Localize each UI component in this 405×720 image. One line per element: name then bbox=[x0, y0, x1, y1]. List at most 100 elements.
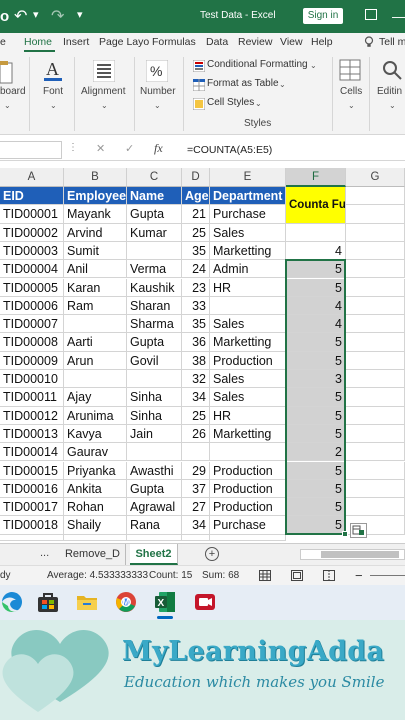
chrome-icon[interactable]: M bbox=[114, 590, 138, 614]
enter-icon[interactable]: ✓ bbox=[125, 142, 134, 155]
cell-dept[interactable]: Purchase bbox=[210, 516, 286, 535]
cell-dept[interactable]: Production bbox=[210, 461, 286, 480]
page-layout-view-icon[interactable] bbox=[291, 570, 303, 584]
cell-age[interactable]: 27 bbox=[182, 498, 210, 517]
conditional-formatting-icon[interactable] bbox=[192, 59, 206, 77]
cell-count[interactable]: 3 bbox=[286, 370, 346, 389]
cell-row-partial[interactable] bbox=[127, 534, 182, 541]
zoom-out-icon[interactable]: − bbox=[355, 568, 363, 583]
cell-dept[interactable]: Production bbox=[210, 351, 286, 370]
store-icon[interactable] bbox=[36, 590, 60, 614]
cell-dept[interactable]: Purchase bbox=[210, 205, 286, 224]
cell-name[interactable]: Rana bbox=[127, 516, 182, 535]
cell-dept[interactable]: Sales bbox=[210, 315, 286, 334]
cell-count[interactable]: 5 bbox=[286, 424, 346, 444]
tab-page-layout[interactable]: Page Layo bbox=[99, 36, 149, 48]
cell-name[interactable]: Sinha bbox=[127, 406, 182, 425]
cancel-icon[interactable]: ✕ bbox=[96, 142, 105, 155]
cell-g[interactable] bbox=[346, 479, 405, 499]
cell-name[interactable]: Awasthi bbox=[127, 461, 182, 480]
minimize-icon[interactable]: — bbox=[392, 8, 405, 24]
column-header-c[interactable]: C bbox=[127, 168, 182, 187]
clipboard-dropdown-icon[interactable]: ⌄ bbox=[4, 101, 11, 110]
cell-name[interactable]: Govil bbox=[127, 351, 182, 370]
tab-insert[interactable]: Insert bbox=[63, 36, 89, 48]
cell-name[interactable]: Agrawal bbox=[127, 498, 182, 517]
sum-readout[interactable]: Sum: 68 bbox=[202, 570, 239, 581]
cell-count[interactable]: 5 bbox=[286, 498, 346, 517]
cell-age[interactable]: 26 bbox=[182, 424, 210, 444]
fill-handle[interactable] bbox=[342, 530, 348, 537]
cell-name[interactable]: Jain bbox=[127, 424, 182, 444]
cell-employee[interactable]: Arvind bbox=[64, 223, 127, 242]
cell-eid[interactable]: TID00016 bbox=[0, 479, 64, 499]
cell-g[interactable] bbox=[346, 388, 405, 407]
insert-function-button[interactable]: fx bbox=[154, 141, 163, 156]
format-as-table-button[interactable]: Format as Table bbox=[207, 78, 279, 89]
cell-age[interactable]: 35 bbox=[182, 315, 210, 334]
cell-eid[interactable]: TID00013 bbox=[0, 424, 64, 444]
zoom-slider[interactable] bbox=[370, 575, 405, 576]
cell-employee[interactable]: Gaurav bbox=[64, 443, 127, 462]
cell-styles-icon[interactable] bbox=[192, 97, 206, 115]
cells-dropdown-icon[interactable]: ⌄ bbox=[348, 101, 355, 110]
cell-eid[interactable]: TID00011 bbox=[0, 388, 64, 407]
cell-g[interactable] bbox=[346, 424, 405, 444]
cell-age[interactable]: 32 bbox=[182, 370, 210, 389]
cell-eid[interactable]: TID00018 bbox=[0, 516, 64, 535]
cell-employee[interactable]: Aarti bbox=[64, 333, 127, 352]
cell-name[interactable]: Gupta bbox=[127, 205, 182, 224]
tab-file[interactable]: e bbox=[0, 36, 6, 48]
cell-eid[interactable]: TID00012 bbox=[0, 406, 64, 425]
cell-count[interactable]: 5 bbox=[286, 388, 346, 407]
cell-age[interactable]: 34 bbox=[182, 388, 210, 407]
cell-count[interactable]: 5 bbox=[286, 516, 346, 535]
cells-group-label[interactable]: Cells bbox=[340, 86, 362, 97]
cell-employee[interactable]: Kavya bbox=[64, 424, 127, 444]
cell-employee[interactable]: Sumit bbox=[64, 241, 127, 261]
table-header-age[interactable]: Age bbox=[182, 187, 210, 206]
ribbon-display-options-icon[interactable] bbox=[365, 9, 377, 20]
editing-dropdown-icon[interactable]: ⌄ bbox=[389, 101, 396, 110]
cell-dept[interactable]: Sales bbox=[210, 370, 286, 389]
cell-count[interactable]: 4 bbox=[286, 241, 346, 261]
cell-name[interactable]: Sinha bbox=[127, 388, 182, 407]
cell-g[interactable] bbox=[346, 260, 405, 279]
cell-employee[interactable]: Rohan bbox=[64, 498, 127, 517]
autosave-toggle-fragment[interactable]: o bbox=[0, 8, 9, 25]
cell-styles-button[interactable]: Cell Styles bbox=[207, 97, 254, 108]
alignment-dropdown-icon[interactable]: ⌄ bbox=[101, 101, 108, 110]
edge-icon[interactable] bbox=[0, 590, 24, 614]
cell-age[interactable]: 38 bbox=[182, 351, 210, 370]
cell-count[interactable]: 2 bbox=[286, 443, 346, 462]
cell-age[interactable]: 35 bbox=[182, 241, 210, 261]
cell-row-partial[interactable] bbox=[182, 534, 210, 541]
cell-count[interactable]: 5 bbox=[286, 333, 346, 352]
cell-employee[interactable] bbox=[64, 315, 127, 334]
cell-g[interactable] bbox=[346, 443, 405, 462]
cell-employee[interactable] bbox=[64, 370, 127, 389]
cell-count[interactable]: 5 bbox=[286, 406, 346, 425]
cell-dept[interactable]: Production bbox=[210, 498, 286, 517]
cell-employee[interactable]: Ram bbox=[64, 296, 127, 316]
cell-dept[interactable]: Marketting bbox=[210, 241, 286, 261]
cell-dept[interactable]: Admin bbox=[210, 260, 286, 279]
cell-name[interactable]: Kaushik bbox=[127, 278, 182, 297]
tab-data[interactable]: Data bbox=[206, 36, 228, 48]
formula-bar-grip-icon[interactable]: ⋮ bbox=[68, 142, 78, 153]
scrollbar-thumb[interactable] bbox=[321, 551, 399, 558]
sheet-tab-sheet2[interactable]: Sheet2 bbox=[130, 544, 178, 565]
tab-view[interactable]: View bbox=[280, 36, 303, 48]
column-header-g[interactable]: G bbox=[346, 168, 405, 187]
cell-count[interactable] bbox=[286, 223, 346, 242]
format-as-table-dropdown-icon[interactable]: ⌄ bbox=[279, 80, 286, 89]
cell-name[interactable]: Sharma bbox=[127, 315, 182, 334]
name-box[interactable] bbox=[0, 141, 62, 159]
cell-dept[interactable] bbox=[210, 296, 286, 316]
alignment-icon[interactable] bbox=[92, 59, 116, 87]
cell-g[interactable] bbox=[346, 296, 405, 316]
cell-name[interactable]: Sharan bbox=[127, 296, 182, 316]
cell-g[interactable] bbox=[346, 461, 405, 480]
count-readout[interactable]: Count: 15 bbox=[149, 570, 192, 581]
horizontal-scrollbar[interactable] bbox=[300, 549, 405, 560]
